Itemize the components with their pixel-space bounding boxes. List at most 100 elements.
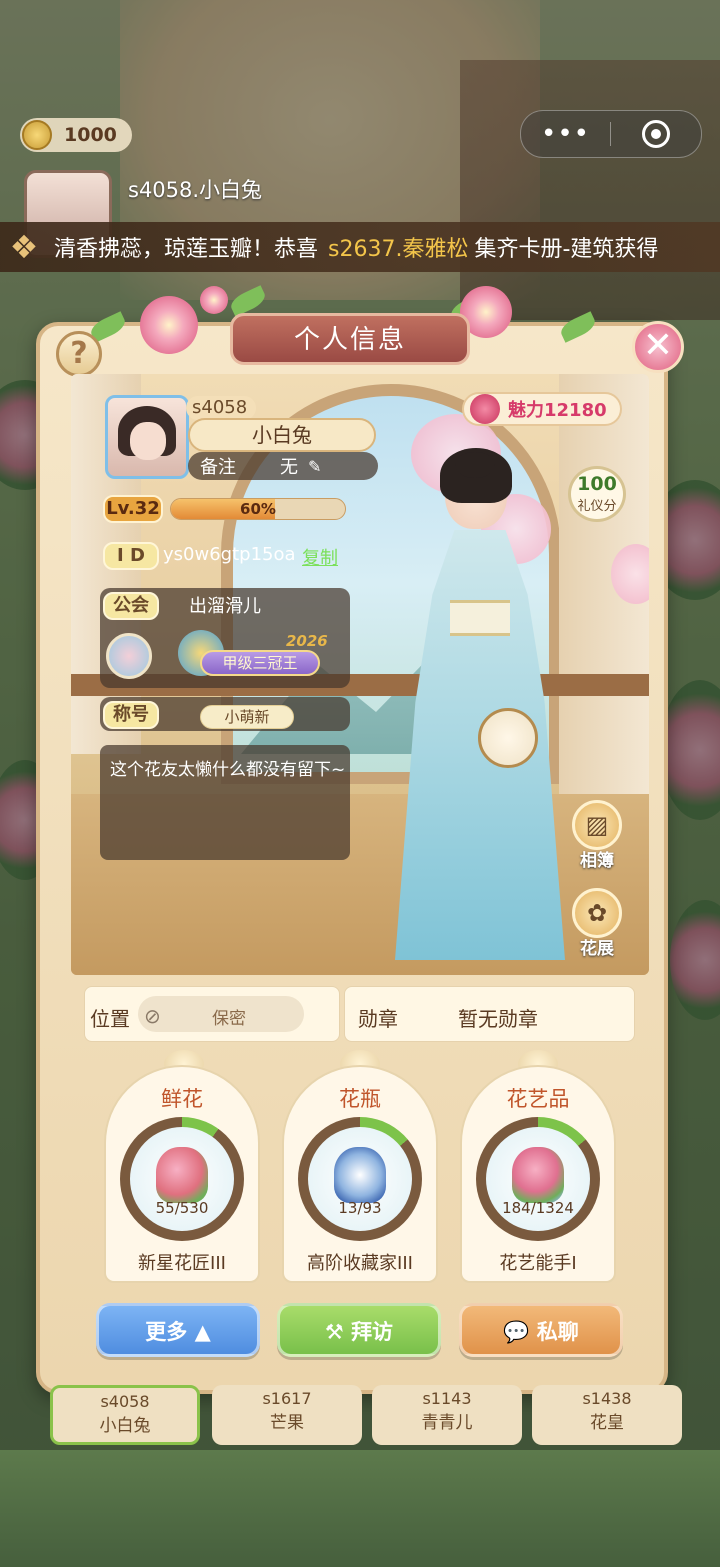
collection-title: 花艺品 xyxy=(506,1087,570,1111)
more-menu-button[interactable]: ••• xyxy=(521,121,610,147)
visit-button[interactable]: ⚒ 拜访 xyxy=(277,1303,441,1357)
friend-name: 花皇 xyxy=(590,1413,624,1433)
medal-label: 勋章 xyxy=(358,1007,398,1031)
level-badge: Lv.32 xyxy=(103,495,163,523)
collection-count: 55/530 xyxy=(155,1199,209,1217)
collection-rank: 高阶收藏家III xyxy=(307,1253,413,1274)
coin-amount: 1000 xyxy=(64,124,117,146)
exp-bar: 60% xyxy=(170,498,346,520)
friend-tab[interactable]: s1617 芒果 xyxy=(212,1385,362,1445)
collection-progress-ring: 184/1324 xyxy=(476,1117,600,1241)
more-button[interactable]: 更多 ▲ xyxy=(96,1303,260,1357)
collection-card-arrangements[interactable]: 花艺品 184/1324 花艺能手I xyxy=(460,1065,616,1283)
avatar[interactable] xyxy=(105,395,189,479)
visit-label: 拜访 xyxy=(351,1320,394,1344)
character-hair-bun xyxy=(455,452,495,478)
ticker-text: 清香拂蕊，琼莲玉瓣！恭喜 xyxy=(54,237,319,262)
arrangement-icon xyxy=(512,1147,564,1203)
character-sash xyxy=(450,600,510,636)
collection-rank: 花艺能手I xyxy=(499,1253,577,1274)
medal-value: 暂无勋章 xyxy=(458,1007,538,1031)
remark-row[interactable]: 备注 无 ✎ xyxy=(188,452,378,480)
coin-icon xyxy=(22,120,52,150)
album-label: 相簿 xyxy=(580,851,614,871)
friend-server: s4058 xyxy=(100,1392,150,1411)
player-id: ys0w6gtp15oa xyxy=(163,544,296,565)
ticker-text-end: 集齐卡册-建筑获得 xyxy=(474,237,659,262)
friend-name: 小白兔 xyxy=(99,1416,151,1436)
flower-decoration xyxy=(140,296,198,354)
charm-value: 魅力12180 xyxy=(508,400,607,421)
friend-tab[interactable]: s1143 青青儿 xyxy=(372,1385,522,1445)
hidden-eye-icon: ⊘ xyxy=(144,1004,161,1028)
etiquette-value: 100 xyxy=(577,473,617,495)
close-mini-program-button[interactable] xyxy=(611,120,700,148)
flower-exhibit-button[interactable]: ✿ 花展 xyxy=(570,888,624,959)
chat-label: 私聊 xyxy=(536,1320,579,1344)
bottom-ground xyxy=(0,1450,720,1567)
coin-counter: 1000 xyxy=(20,118,132,152)
rose-icon xyxy=(470,394,500,424)
collection-count: 13/93 xyxy=(338,1199,382,1217)
collection-title: 鲜花 xyxy=(161,1087,203,1111)
picture-icon: ▨ xyxy=(572,800,622,850)
bouquet-icon xyxy=(156,1147,208,1203)
collection-image: 184/1324 xyxy=(486,1127,590,1231)
friend-server: s1143 xyxy=(422,1389,472,1408)
broom-icon: ⚒ xyxy=(324,1320,352,1344)
collection-rank: 新星花匠III xyxy=(138,1253,226,1274)
etiquette-score[interactable]: 100 礼仪分 xyxy=(568,466,626,522)
ticker-player: s2637.秦雅松 xyxy=(328,237,469,262)
background-player-name: s4058.小白兔 xyxy=(128,178,263,202)
guild-emblem-icon xyxy=(106,633,152,679)
vase-icon xyxy=(334,1147,386,1203)
friend-tab[interactable]: s4058 小白兔 xyxy=(50,1385,200,1445)
collection-card-flowers[interactable]: 鲜花 55/530 新星花匠III xyxy=(104,1065,260,1283)
position-value: 保密 xyxy=(212,1009,246,1029)
collection-count: 184/1324 xyxy=(502,1199,574,1217)
friend-server: s1438 xyxy=(582,1389,632,1408)
copy-id-button[interactable]: 复制 xyxy=(302,544,338,570)
remark-label: 备注 xyxy=(200,457,236,478)
friend-server: s1617 xyxy=(262,1389,312,1408)
remark-value: 无 xyxy=(280,457,298,478)
character-fan xyxy=(478,708,538,768)
flower-exhibit-label: 花展 xyxy=(580,939,614,959)
ticker-emblem-icon: ❖ xyxy=(9,228,39,266)
chat-bubble-icon: 💬 xyxy=(503,1320,537,1344)
etiquette-label: 礼仪分 xyxy=(577,499,617,514)
friend-name: 青青儿 xyxy=(421,1413,473,1433)
rank-badge: 甲级三冠王 xyxy=(200,650,320,676)
announcement-ticker: ❖ 清香拂蕊，琼莲玉瓣！恭喜 s2637.秦雅松 集齐卡册-建筑获得 xyxy=(0,222,720,272)
exp-percent: 60% xyxy=(240,500,276,518)
flower-icon: ✿ xyxy=(572,888,622,938)
position-label: 位置 xyxy=(90,1007,130,1031)
player-name: 小白兔 xyxy=(188,418,376,452)
bio-text: 这个花友太懒什么都没有留下~ xyxy=(110,760,346,780)
friend-tab[interactable]: s1438 花皇 xyxy=(532,1385,682,1445)
help-button[interactable]: ? xyxy=(56,331,102,377)
target-icon xyxy=(641,120,670,148)
album-button[interactable]: ▨ 相簿 xyxy=(570,800,624,871)
collection-progress-ring: 55/530 xyxy=(120,1117,244,1241)
guild-name[interactable]: 出溜滑儿 xyxy=(100,592,350,618)
triangle-up-icon: ▲ xyxy=(187,1320,211,1344)
avatar-face xyxy=(130,422,166,460)
server-id: s4058 xyxy=(186,396,256,420)
edit-icon[interactable]: ✎ xyxy=(308,457,321,476)
friend-name: 芒果 xyxy=(270,1413,304,1433)
id-label: I D xyxy=(103,542,159,570)
charm-badge: 魅力12180 xyxy=(462,392,622,426)
collection-image: 13/93 xyxy=(308,1127,412,1231)
rank-year: 2026 xyxy=(286,632,328,650)
panel-title: 个人信息 xyxy=(230,313,470,365)
chat-button[interactable]: 💬 私聊 xyxy=(459,1303,623,1357)
flower-decoration xyxy=(200,286,228,314)
collection-card-vases[interactable]: 花瓶 13/93 高阶收藏家III xyxy=(282,1065,438,1283)
mini-program-capsule: ••• xyxy=(520,110,702,158)
collection-title: 花瓶 xyxy=(339,1087,381,1111)
collection-image: 55/530 xyxy=(130,1127,234,1231)
collection-progress-ring: 13/93 xyxy=(298,1117,422,1241)
more-label: 更多 xyxy=(145,1320,188,1344)
close-button[interactable]: ✕ xyxy=(632,321,684,373)
